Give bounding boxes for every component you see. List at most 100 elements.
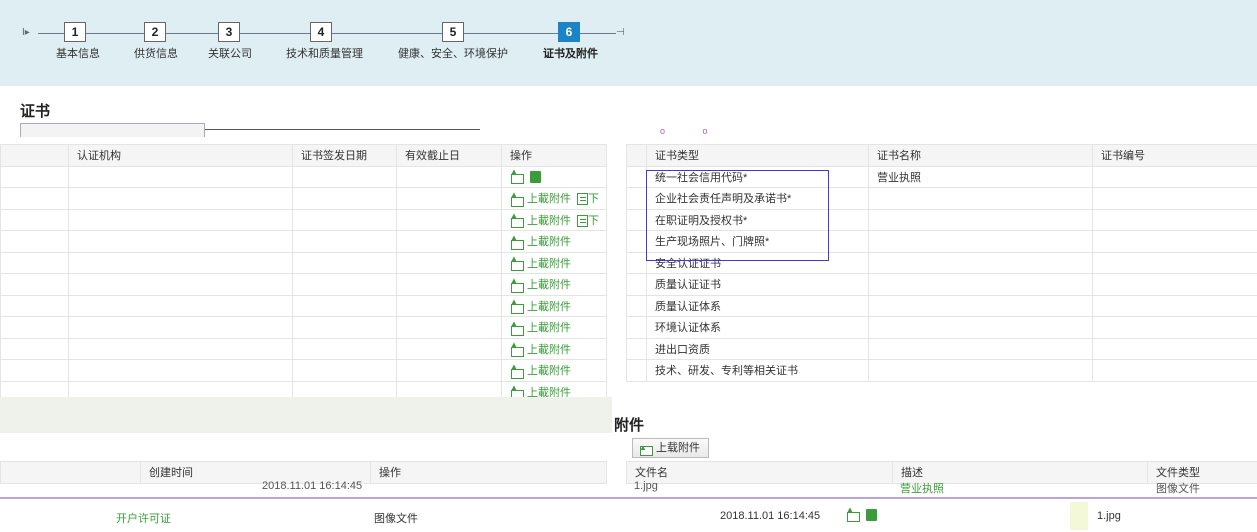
cert-type-cell: 技术、研发、专利等相关证书	[646, 359, 869, 382]
table-row[interactable]: 进出口资质	[626, 337, 1257, 360]
column-header-cert-number: 证书编号	[1092, 144, 1257, 167]
step-5-label[interactable]: 健康、安全、环境保护	[398, 45, 508, 61]
cert-name-cell	[868, 273, 1093, 296]
upload-icon[interactable]	[846, 508, 860, 521]
upload-icon[interactable]	[510, 167, 524, 185]
trash-icon[interactable]	[530, 170, 541, 183]
step-end-icon: ⊣	[616, 27, 625, 38]
attachment-row[interactable]: 开户许可证 图像文件 2018.11.01 16:14:45 1.jpg	[0, 500, 1257, 532]
column-header-ops: 操作	[501, 144, 607, 167]
download-link[interactable]: 下	[588, 215, 599, 227]
step-6-button[interactable]: 6	[558, 22, 580, 42]
upload-icon	[510, 297, 524, 315]
filetype-partial: 图像文件	[1156, 483, 1200, 495]
row-divider	[0, 497, 1257, 499]
step-connector	[580, 33, 616, 34]
attachment-desc: 开户许可证	[116, 513, 171, 525]
step-connector	[464, 33, 558, 34]
table-row[interactable]: 质量认证证书	[626, 273, 1257, 296]
attachment-filetype: 图像文件	[374, 513, 418, 525]
column-header-issuer: 认证机构	[68, 144, 293, 167]
cert-name-cell	[868, 359, 1093, 382]
column-header-cert-type: 证书类型	[646, 144, 869, 167]
column-header-cert-name: 证书名称	[868, 144, 1093, 167]
step-connector	[166, 33, 218, 34]
upload-icon	[510, 276, 524, 293]
cert-name-cell	[868, 251, 1093, 274]
step-3-button[interactable]: 3	[218, 22, 240, 42]
upload-attachment-button[interactable]: 上载附件	[632, 438, 709, 458]
step-6-label[interactable]: 证书及附件	[543, 45, 598, 61]
cert-type-cell: 质量认证体系	[646, 294, 869, 317]
filename-partial: 1.jpg	[634, 480, 658, 492]
cert-name-cell	[868, 187, 1093, 210]
table-header-row: 证书类型 证书名称 证书编号	[626, 144, 1257, 167]
upload-attachment-link[interactable]: 上載附件	[527, 279, 571, 291]
upload-attachment-link[interactable]: 上載附件	[527, 322, 571, 334]
cert-name-cell	[868, 230, 1093, 253]
selection-marker	[1070, 502, 1088, 530]
cert-name-cell: 营业执照	[868, 165, 1093, 188]
upload-icon	[510, 233, 524, 250]
step-2-button[interactable]: 2	[144, 22, 166, 42]
step-3-label[interactable]: 关联公司	[208, 45, 252, 61]
table-row: 上載附件	[0, 316, 607, 339]
table-row[interactable]: 质量认证体系	[626, 294, 1257, 317]
step-2-label[interactable]: 供货信息	[134, 45, 178, 61]
cert-type-cell: 进出口资质	[646, 337, 869, 360]
table-row: 上載附件	[0, 294, 607, 317]
column-header	[0, 144, 69, 167]
upload-icon	[510, 211, 524, 229]
table-row: 上載附件	[0, 251, 607, 274]
step-1-button[interactable]: 1	[64, 22, 86, 42]
column-header-ops: 操作	[370, 461, 607, 484]
attachment-actions	[846, 508, 877, 521]
upload-attachment-link[interactable]: 上載附件	[527, 301, 571, 313]
upload-attachment-link[interactable]: 上載附件	[527, 344, 571, 356]
upload-icon	[510, 190, 524, 207]
wizard-stepper: I▸ 1 基本信息 2 供货信息 3 关联公司 4 技术和质量管理 5 健康、安…	[0, 0, 1257, 86]
step-5-button[interactable]: 5	[442, 22, 464, 42]
table-row: 上載附件	[0, 230, 607, 253]
upload-attachment-link[interactable]: 上載附件	[527, 258, 571, 270]
upload-attachment-link[interactable]: 上載附件	[527, 193, 571, 205]
attachment-filename: 1.jpg	[1097, 510, 1121, 522]
download-link[interactable]: 下	[588, 193, 599, 205]
step-1-label[interactable]: 基本信息	[56, 45, 100, 61]
upload-icon	[639, 439, 653, 457]
upload-attachment-link[interactable]: 上載附件	[527, 215, 571, 227]
table-header-row: 认证机构 证书签发日期 有效截止日 操作	[0, 144, 607, 167]
attachments-header-area	[612, 397, 1257, 433]
table-row: 上載附件 下	[0, 187, 607, 210]
certificate-left-table: 认证机构 证书签发日期 有效截止日 操作 上載附件下 上載附件下 上載附件 上載…	[0, 144, 607, 403]
cert-name-cell	[868, 294, 1093, 317]
certificates-title: 证书	[20, 103, 51, 120]
table-row[interactable]: 技术、研发、专利等相关证书	[626, 359, 1257, 382]
document-icon[interactable]	[577, 193, 588, 206]
cert-type-cell: 质量认证证书	[646, 273, 869, 296]
step-4-button[interactable]: 4	[310, 22, 332, 42]
upload-attachment-link[interactable]: 上載附件	[527, 236, 571, 248]
document-icon[interactable]	[577, 214, 588, 227]
scroll-indicator-icon: o o	[660, 126, 708, 136]
column-header-filename: 文件名	[626, 461, 893, 484]
table-row[interactable]: 环境认证体系	[626, 316, 1257, 339]
cert-name-cell	[868, 337, 1093, 360]
cert-name-cell	[868, 208, 1093, 231]
upload-icon	[510, 340, 524, 358]
trash-icon[interactable]	[866, 508, 877, 521]
desc-partial: 营业执照	[900, 483, 944, 495]
upload-icon	[510, 319, 524, 336]
attachment-created-time: 2018.11.01 16:14:45	[720, 510, 821, 522]
table-row: 上載附件	[0, 273, 607, 296]
table-row: 上載附件	[0, 359, 607, 382]
divider	[205, 129, 480, 130]
upload-attachment-link[interactable]: 上載附件	[527, 365, 571, 377]
step-start-icon: I▸	[22, 27, 30, 38]
attachments-title: 附件	[614, 417, 645, 434]
cert-name-cell	[868, 316, 1093, 339]
table-row: 上載附件	[0, 337, 607, 360]
step-connector	[240, 33, 310, 34]
step-4-label[interactable]: 技术和质量管理	[286, 45, 363, 61]
created-time-partial: 2018.11.01 16:14:45	[262, 480, 363, 492]
